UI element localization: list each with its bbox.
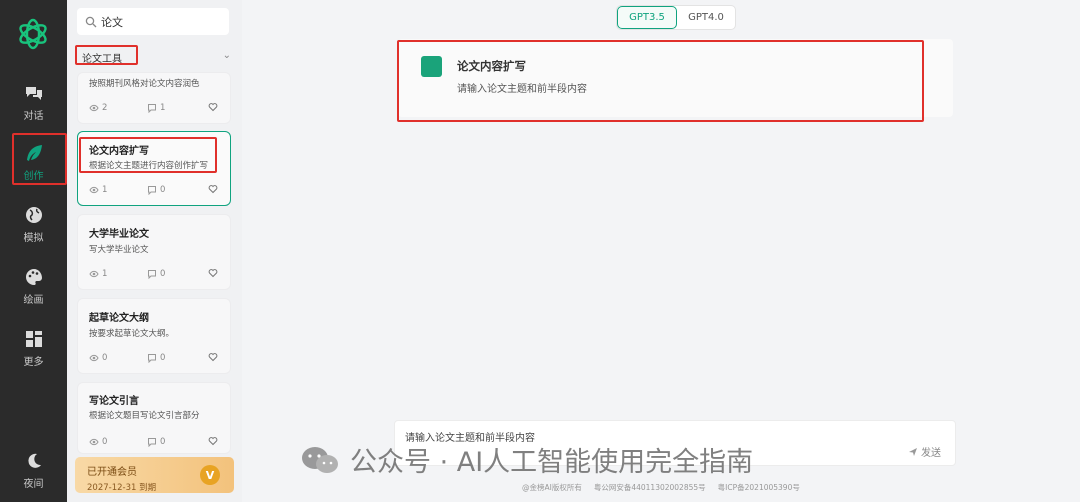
- comment-icon: [148, 438, 156, 447]
- feather-icon: [26, 144, 42, 161]
- palette-icon: [25, 268, 42, 285]
- eye-icon: [89, 354, 99, 362]
- comment-icon: [148, 104, 156, 113]
- nav-item-more[interactable]: 更多: [8, 324, 59, 372]
- footer-copyright: @金榜AI版权所有: [522, 483, 582, 492]
- moon-icon: [27, 453, 41, 468]
- heart-icon[interactable]: [208, 436, 218, 449]
- nav-item-label: 夜间: [23, 478, 44, 490]
- globe-icon: [25, 206, 42, 223]
- main-area: GPT3.5 GPT4.0 论文内容扩写 请输入论文主题和前半段内容 发送 @金…: [242, 0, 1080, 502]
- nav-item-label: 更多: [23, 356, 44, 368]
- view-count: 0: [102, 437, 108, 447]
- view-count: 2: [102, 103, 108, 113]
- category-title: 论文工具: [82, 53, 122, 65]
- nav-item-label: 对话: [23, 110, 44, 122]
- tool-card-desc: 按照期刊风格对论文内容润色: [89, 79, 200, 89]
- prompt-desc: 请输入论文主题和前半段内容: [457, 84, 587, 95]
- footer: @金榜AI版权所有 粤公网安备44011302002855号 粤ICP备2021…: [522, 482, 800, 493]
- comment-count: 0: [160, 437, 166, 447]
- footer-police-record[interactable]: 粤公网安备44011302002855号: [594, 482, 706, 493]
- tool-card-stats: 1 0: [89, 268, 218, 280]
- tool-card-desc: 根据论文主题进行内容创作扩写: [89, 161, 209, 171]
- nav-item-create[interactable]: 创作: [8, 138, 59, 186]
- tool-card-stats: 0 0: [89, 436, 218, 448]
- prompt-icon: [421, 56, 442, 77]
- tool-card-title: 论文内容扩写: [89, 146, 149, 157]
- nav-item-label: 创作: [23, 170, 44, 182]
- heart-icon[interactable]: [208, 102, 218, 115]
- nav-rail: 对话 创作 模拟 绘画 更多 夜间: [0, 0, 67, 502]
- grid-icon: [25, 330, 42, 347]
- view-count: 1: [102, 269, 108, 279]
- search-icon: [85, 16, 97, 27]
- comment-count: 0: [160, 353, 166, 363]
- send-icon: [909, 447, 917, 456]
- heart-icon[interactable]: [208, 268, 218, 281]
- comment-icon: [148, 270, 156, 279]
- tool-list-panel: 论文 论文工具 ⌄ 按照期刊风格对论文内容润色 2 1 论文内容扩写 根据论文主…: [67, 0, 242, 502]
- eye-icon: [89, 270, 99, 278]
- category-header[interactable]: 论文工具 ⌄: [75, 49, 231, 65]
- category-marker: [75, 51, 77, 63]
- tool-card[interactable]: 写论文引言 根据论文题目写论文引言部分 0 0: [77, 382, 231, 454]
- comment-icon: [148, 186, 156, 195]
- watermark: 公众号 · AI人工智能使用完全指南: [300, 440, 753, 479]
- prompt-card: 论文内容扩写 请输入论文主题和前半段内容: [398, 39, 953, 117]
- tool-card-stats: 2 1: [89, 102, 218, 114]
- chat-bubbles-icon: [25, 86, 42, 100]
- tool-card-desc: 写大学毕业论文: [89, 245, 149, 255]
- night-mode-toggle[interactable]: 夜间: [8, 446, 59, 494]
- heart-icon[interactable]: [208, 352, 218, 365]
- nav-item-paint[interactable]: 绘画: [8, 262, 59, 310]
- tool-card-selected[interactable]: 论文内容扩写 根据论文主题进行内容创作扩写 1 0: [77, 131, 231, 206]
- model-switch: GPT3.5 GPT4.0: [616, 5, 736, 30]
- tool-card-title: 起草论文大纲: [89, 313, 149, 324]
- nav-item-simulate[interactable]: 模拟: [8, 200, 59, 248]
- chevron-down-icon[interactable]: ⌄: [223, 50, 231, 61]
- comment-count: 0: [160, 269, 166, 279]
- eye-icon: [89, 438, 99, 446]
- model-option-gpt35[interactable]: GPT3.5: [617, 6, 677, 29]
- wechat-icon: [302, 446, 338, 473]
- tool-card-title: 写论文引言: [89, 396, 139, 407]
- eye-icon: [89, 104, 99, 112]
- tool-card-stats: 0 0: [89, 352, 218, 364]
- tool-card[interactable]: 按照期刊风格对论文内容润色 2 1: [77, 72, 231, 124]
- view-count: 1: [102, 185, 108, 195]
- comment-count: 0: [160, 185, 166, 195]
- search-input[interactable]: 论文: [77, 8, 229, 35]
- heart-icon[interactable]: [208, 184, 218, 197]
- tool-card[interactable]: 大学毕业论文 写大学毕业论文 1 0: [77, 214, 231, 290]
- model-option-gpt40[interactable]: GPT4.0: [677, 6, 735, 29]
- prompt-title: 论文内容扩写: [457, 59, 526, 73]
- vip-badge-icon: V: [200, 465, 220, 485]
- tool-card-desc: 根据论文题目写论文引言部分: [89, 411, 200, 421]
- membership-banner[interactable]: 已开通会员 2027-12-31 到期 V: [75, 457, 234, 493]
- nav-item-chat[interactable]: 对话: [8, 78, 59, 126]
- watermark-text: 公众号 · AI人工智能使用完全指南: [350, 447, 754, 478]
- search-value: 论文: [101, 15, 123, 29]
- tool-card-desc: 按要求起草论文大纲。: [89, 329, 175, 339]
- footer-icp-record[interactable]: 粤ICP备2021005390号: [718, 482, 800, 493]
- comment-icon: [148, 354, 156, 363]
- tool-card-title: 大学毕业论文: [89, 229, 149, 240]
- tool-card-stats: 1 0: [89, 184, 218, 196]
- tool-card[interactable]: 起草论文大纲 按要求起草论文大纲。 0 0: [77, 298, 231, 374]
- send-label: 发送: [921, 448, 941, 459]
- eye-icon: [89, 186, 99, 194]
- openai-logo-icon[interactable]: [15, 16, 51, 52]
- comment-count: 1: [160, 103, 166, 113]
- send-button[interactable]: 发送: [908, 444, 941, 459]
- nav-item-label: 绘画: [23, 294, 44, 306]
- view-count: 0: [102, 353, 108, 363]
- nav-item-label: 模拟: [23, 232, 44, 244]
